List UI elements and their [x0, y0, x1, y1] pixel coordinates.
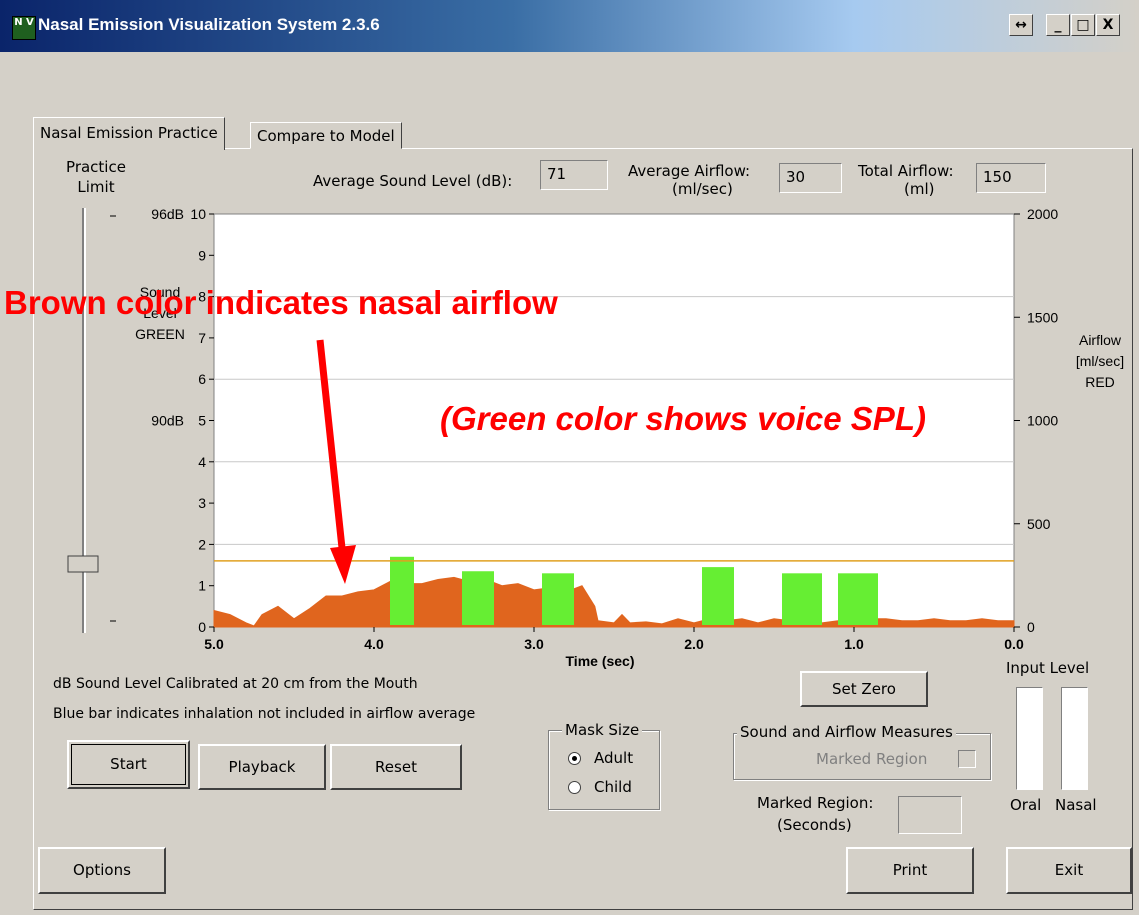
right-axis-label: Airflow: [1079, 332, 1122, 348]
right-tick-label: 2000: [1027, 206, 1058, 222]
radio-child[interactable]: [568, 781, 581, 794]
calibration-note: dB Sound Level Calibrated at 20 cm from …: [53, 676, 418, 692]
slider-thumb[interactable]: [67, 555, 99, 573]
radio-adult[interactable]: [568, 752, 581, 765]
blue-bar-note: Blue bar indicates inhalation not includ…: [53, 706, 476, 722]
left-tick-label: 4: [198, 454, 206, 470]
left-tick-label: 5: [198, 413, 206, 429]
left-tick-label: 3: [198, 495, 206, 511]
voice-spl-bar: [782, 573, 822, 625]
left-tick-label: 7: [198, 330, 206, 346]
right-tick-label: 500: [1027, 516, 1051, 532]
exit-button[interactable]: Exit: [1006, 847, 1132, 894]
marked-region-unit: (Seconds): [777, 816, 852, 834]
right-tick-label: 0: [1027, 619, 1035, 635]
annotation-green: (Green color shows voice SPL): [440, 400, 926, 437]
marked-region-checkbox[interactable]: [958, 750, 976, 768]
db-marker-label: 96dB: [151, 206, 184, 222]
voice-spl-bar: [542, 573, 574, 625]
annotation-brown: Brown color indicates nasal airflow: [4, 284, 558, 321]
right-axis-label: [ml/sec]: [1076, 353, 1124, 369]
x-tick-label: 1.0: [844, 636, 864, 652]
marked-region-label: Marked Region:: [757, 794, 874, 812]
input-level-title: Input Level: [1006, 659, 1090, 677]
nasal-label: Nasal: [1055, 796, 1097, 814]
oral-level-meter: [1016, 687, 1043, 790]
right-tick-label: 1000: [1027, 413, 1058, 429]
left-tick-label: 9: [198, 247, 206, 263]
mask-size-group: [548, 730, 660, 810]
x-tick-label: 2.0: [684, 636, 704, 652]
x-tick-label: 0.0: [1004, 636, 1024, 652]
right-tick-label: 1500: [1027, 309, 1058, 325]
options-button[interactable]: Options: [38, 847, 166, 894]
radio-child-label[interactable]: Child: [594, 778, 632, 796]
start-button[interactable]: Start: [67, 740, 190, 789]
x-tick-label: 5.0: [204, 636, 224, 652]
radio-adult-label[interactable]: Adult: [594, 749, 633, 767]
x-axis-label: Time (sec): [566, 653, 635, 669]
left-tick-label: 10: [190, 206, 206, 222]
sound-airflow-title: Sound and Airflow Measures: [737, 723, 956, 741]
print-button[interactable]: Print: [846, 847, 974, 894]
voice-spl-bar: [390, 556, 414, 625]
marked-region-field: [898, 796, 962, 834]
voice-spl-bar: [702, 567, 734, 625]
practice-limit-slider[interactable]: [67, 208, 116, 633]
db-marker-label: 90dB: [151, 413, 184, 429]
marked-region-checkbox-label: Marked Region: [816, 750, 928, 768]
left-tick-label: 1: [198, 578, 206, 594]
right-axis-label: RED: [1085, 374, 1115, 390]
x-tick-label: 3.0: [524, 636, 544, 652]
mask-size-title: Mask Size: [562, 721, 643, 739]
oral-label: Oral: [1010, 796, 1042, 814]
set-zero-button[interactable]: Set Zero: [800, 671, 928, 707]
left-tick-label: 2: [198, 536, 206, 552]
left-tick-label: 6: [198, 371, 206, 387]
voice-spl-bar: [838, 573, 878, 625]
playback-button[interactable]: Playback: [198, 744, 326, 790]
nasal-level-meter: [1061, 687, 1088, 790]
left-tick-label: 0: [198, 619, 206, 635]
voice-spl-bar: [462, 571, 494, 625]
x-tick-label: 4.0: [364, 636, 384, 652]
left-axis-label: GREEN: [135, 326, 185, 342]
reset-button[interactable]: Reset: [330, 744, 462, 790]
